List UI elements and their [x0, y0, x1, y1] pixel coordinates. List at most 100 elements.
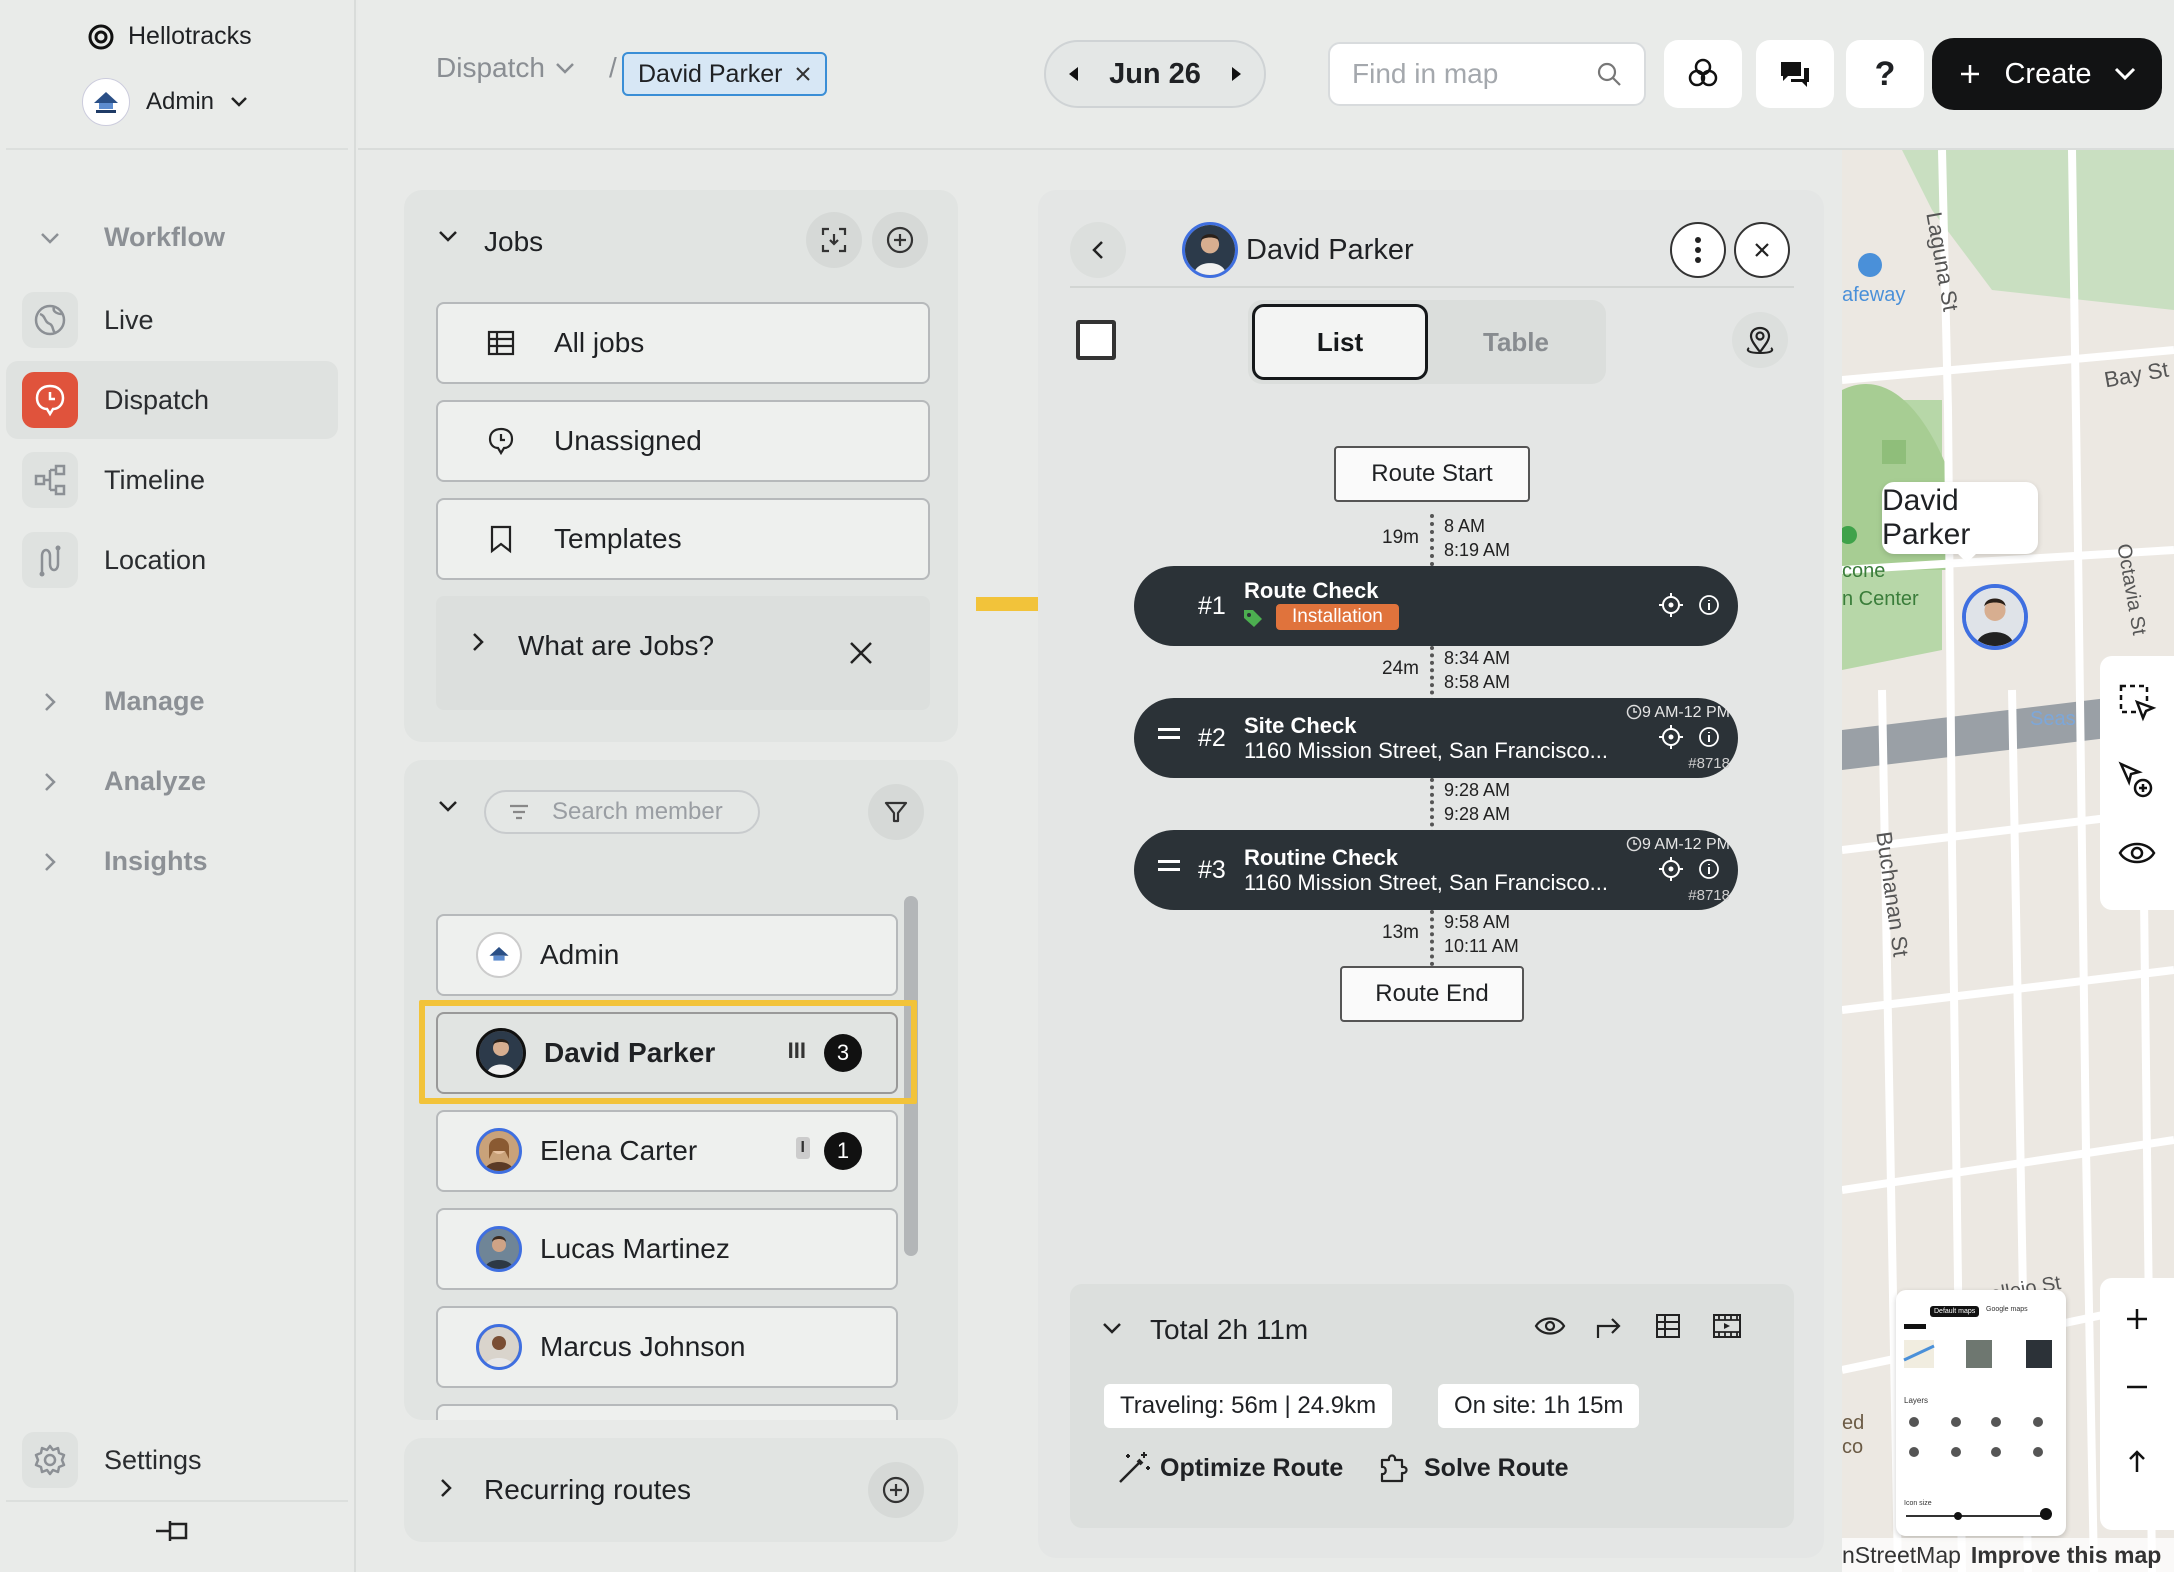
compass-north-icon[interactable]	[2126, 1448, 2148, 1474]
brand[interactable]: Hellotracks	[88, 22, 252, 51]
divider	[6, 1500, 348, 1502]
add-job-button[interactable]	[872, 212, 928, 268]
sidebar-item-location[interactable]: Location	[6, 521, 338, 599]
close-icon[interactable]	[795, 66, 811, 82]
stop-card-1[interactable]: #1 Route Check Installation	[1134, 566, 1738, 646]
breadcrumb[interactable]: Dispatch /	[436, 52, 617, 84]
chevron-down-icon[interactable]	[1102, 1322, 1122, 1334]
zoom-out-icon[interactable]	[2124, 1384, 2150, 1390]
eye-icon[interactable]	[1534, 1314, 1566, 1338]
job-bars: I	[795, 1137, 810, 1159]
clock-icon	[1626, 704, 1642, 720]
close-button[interactable]	[1734, 222, 1790, 278]
crosshair-icon[interactable]	[1658, 724, 1684, 750]
sidebar-item-timeline[interactable]: Timeline	[6, 441, 338, 519]
total-duration: Total 2h 11m	[1150, 1314, 1309, 1345]
arrival-time: 9:58 AM	[1444, 912, 1511, 932]
improve-map-link[interactable]: Improve this map	[1971, 1542, 2161, 1569]
spreadsheet-icon[interactable]	[1654, 1312, 1682, 1340]
all-jobs-button[interactable]: All jobs	[436, 302, 930, 384]
stop-card-3[interactable]: #3 Routine Check 1160 Mission Street, Sa…	[1134, 830, 1738, 910]
route-start-button[interactable]: Route Start	[1334, 446, 1530, 502]
dispatch-pin-icon	[22, 372, 78, 428]
member-row-lucas-martinez[interactable]: Lucas Martinez	[436, 1208, 898, 1290]
crosshair-icon[interactable]	[1658, 592, 1684, 618]
member-row-admin[interactable]: Admin	[436, 914, 898, 996]
previous-day-icon[interactable]	[1066, 65, 1080, 83]
optimize-route-button[interactable]: Optimize Route	[1116, 1450, 1343, 1486]
unassigned-button[interactable]: Unassigned	[436, 400, 930, 482]
close-icon[interactable]	[848, 640, 874, 666]
tab-table[interactable]: Table	[1428, 304, 1604, 380]
templates-button[interactable]: Templates	[436, 498, 930, 580]
sidebar-item-dispatch[interactable]: Dispatch	[6, 361, 338, 439]
map-member-marker[interactable]	[1962, 584, 2028, 650]
travel-duration: 24m	[1382, 658, 1419, 679]
create-button[interactable]: Create	[1932, 38, 2162, 110]
chevron-down-icon[interactable]	[438, 800, 458, 812]
member-row-partial[interactable]	[436, 1404, 898, 1420]
plus-circle-icon	[885, 225, 915, 255]
solve-route-button[interactable]: Solve Route	[1376, 1450, 1568, 1486]
turn-right-icon[interactable]	[1594, 1314, 1624, 1340]
scan-jobs-button[interactable]	[806, 212, 862, 268]
create-label: Create	[2004, 57, 2092, 90]
kebab-icon	[1695, 237, 1701, 263]
attribution-text[interactable]: nStreetMap	[1842, 1542, 1961, 1569]
nav-group-manage[interactable]: Manage	[30, 686, 205, 717]
tab-list[interactable]: List	[1252, 304, 1428, 380]
eye-icon[interactable]	[2117, 838, 2157, 868]
account-switcher[interactable]: Admin	[82, 78, 248, 126]
member-row-elena-carter[interactable]: Elena Carter I 1	[436, 1110, 898, 1192]
crosshair-icon[interactable]	[1658, 856, 1684, 882]
member-filter-chip[interactable]: David Parker	[622, 52, 827, 96]
nav-group-label: Workflow	[104, 222, 225, 252]
filter-members-button[interactable]	[868, 784, 924, 840]
chat-icon	[1779, 59, 1811, 89]
add-point-icon[interactable]	[2117, 760, 2157, 800]
more-options-button[interactable]	[1670, 222, 1726, 278]
info-card[interactable]: What are Jobs?	[436, 596, 930, 710]
sidebar-item-live[interactable]: Live	[6, 281, 338, 359]
pin-sidebar-icon[interactable]	[152, 1516, 192, 1546]
drag-handle-icon[interactable]	[1158, 860, 1180, 876]
chevron-down-icon[interactable]	[2114, 67, 2136, 81]
film-icon[interactable]	[1712, 1312, 1742, 1340]
member-row-marcus-johnson[interactable]: Marcus Johnson	[436, 1306, 898, 1388]
drag-handle-icon[interactable]	[1158, 728, 1180, 744]
info-icon[interactable]	[1698, 726, 1720, 748]
sidebar-item-settings[interactable]: Settings	[6, 1421, 338, 1499]
stop-card-2[interactable]: #2 Site Check 1160 Mission Street, San F…	[1134, 698, 1738, 778]
departure-time: 9:28 AM	[1444, 804, 1511, 824]
map-pins-button[interactable]	[1732, 312, 1788, 368]
search-member-input[interactable]: Search member	[484, 790, 760, 834]
breadcrumb-dispatch[interactable]: Dispatch	[436, 52, 545, 84]
nav-group-workflow[interactable]: Workflow	[30, 222, 225, 253]
onsite-stat: On site: 1h 15m	[1438, 1384, 1640, 1428]
chevron-down-icon	[30, 232, 70, 244]
nav-group-analyze[interactable]: Analyze	[30, 766, 206, 797]
chevron-down-icon[interactable]	[438, 230, 458, 242]
member-name: Elena Carter	[540, 1135, 698, 1166]
info-icon[interactable]	[1698, 594, 1720, 616]
find-in-map-input[interactable]: Find in map	[1328, 42, 1646, 106]
next-day-icon[interactable]	[1230, 65, 1244, 83]
avatar	[476, 1226, 522, 1272]
recurring-routes-panel[interactable]: Recurring routes	[404, 1438, 958, 1542]
select-all-checkbox[interactable]	[1076, 320, 1116, 360]
map-layers-thumbnail[interactable]: Default maps Google maps Layers Icon siz…	[1896, 1290, 2066, 1536]
help-button[interactable]: ?	[1846, 40, 1924, 108]
stop-number: #1	[1198, 592, 1226, 620]
messages-button[interactable]	[1756, 40, 1834, 108]
date-picker[interactable]: Jun 26	[1044, 40, 1266, 108]
select-area-icon[interactable]	[2117, 682, 2157, 722]
add-recurring-route-button[interactable]	[868, 1462, 924, 1518]
zoom-in-icon[interactable]	[2124, 1306, 2150, 1332]
back-button[interactable]	[1070, 222, 1126, 278]
info-icon[interactable]	[1698, 858, 1720, 880]
nav-group-insights[interactable]: Insights	[30, 846, 208, 877]
avatar	[1182, 222, 1238, 278]
ai-assistant-button[interactable]	[1664, 40, 1742, 108]
route-end-button[interactable]: Route End	[1340, 966, 1524, 1022]
map-view[interactable]: Laguna St Bay St Octavia St Buchanan St …	[1842, 150, 2174, 1572]
